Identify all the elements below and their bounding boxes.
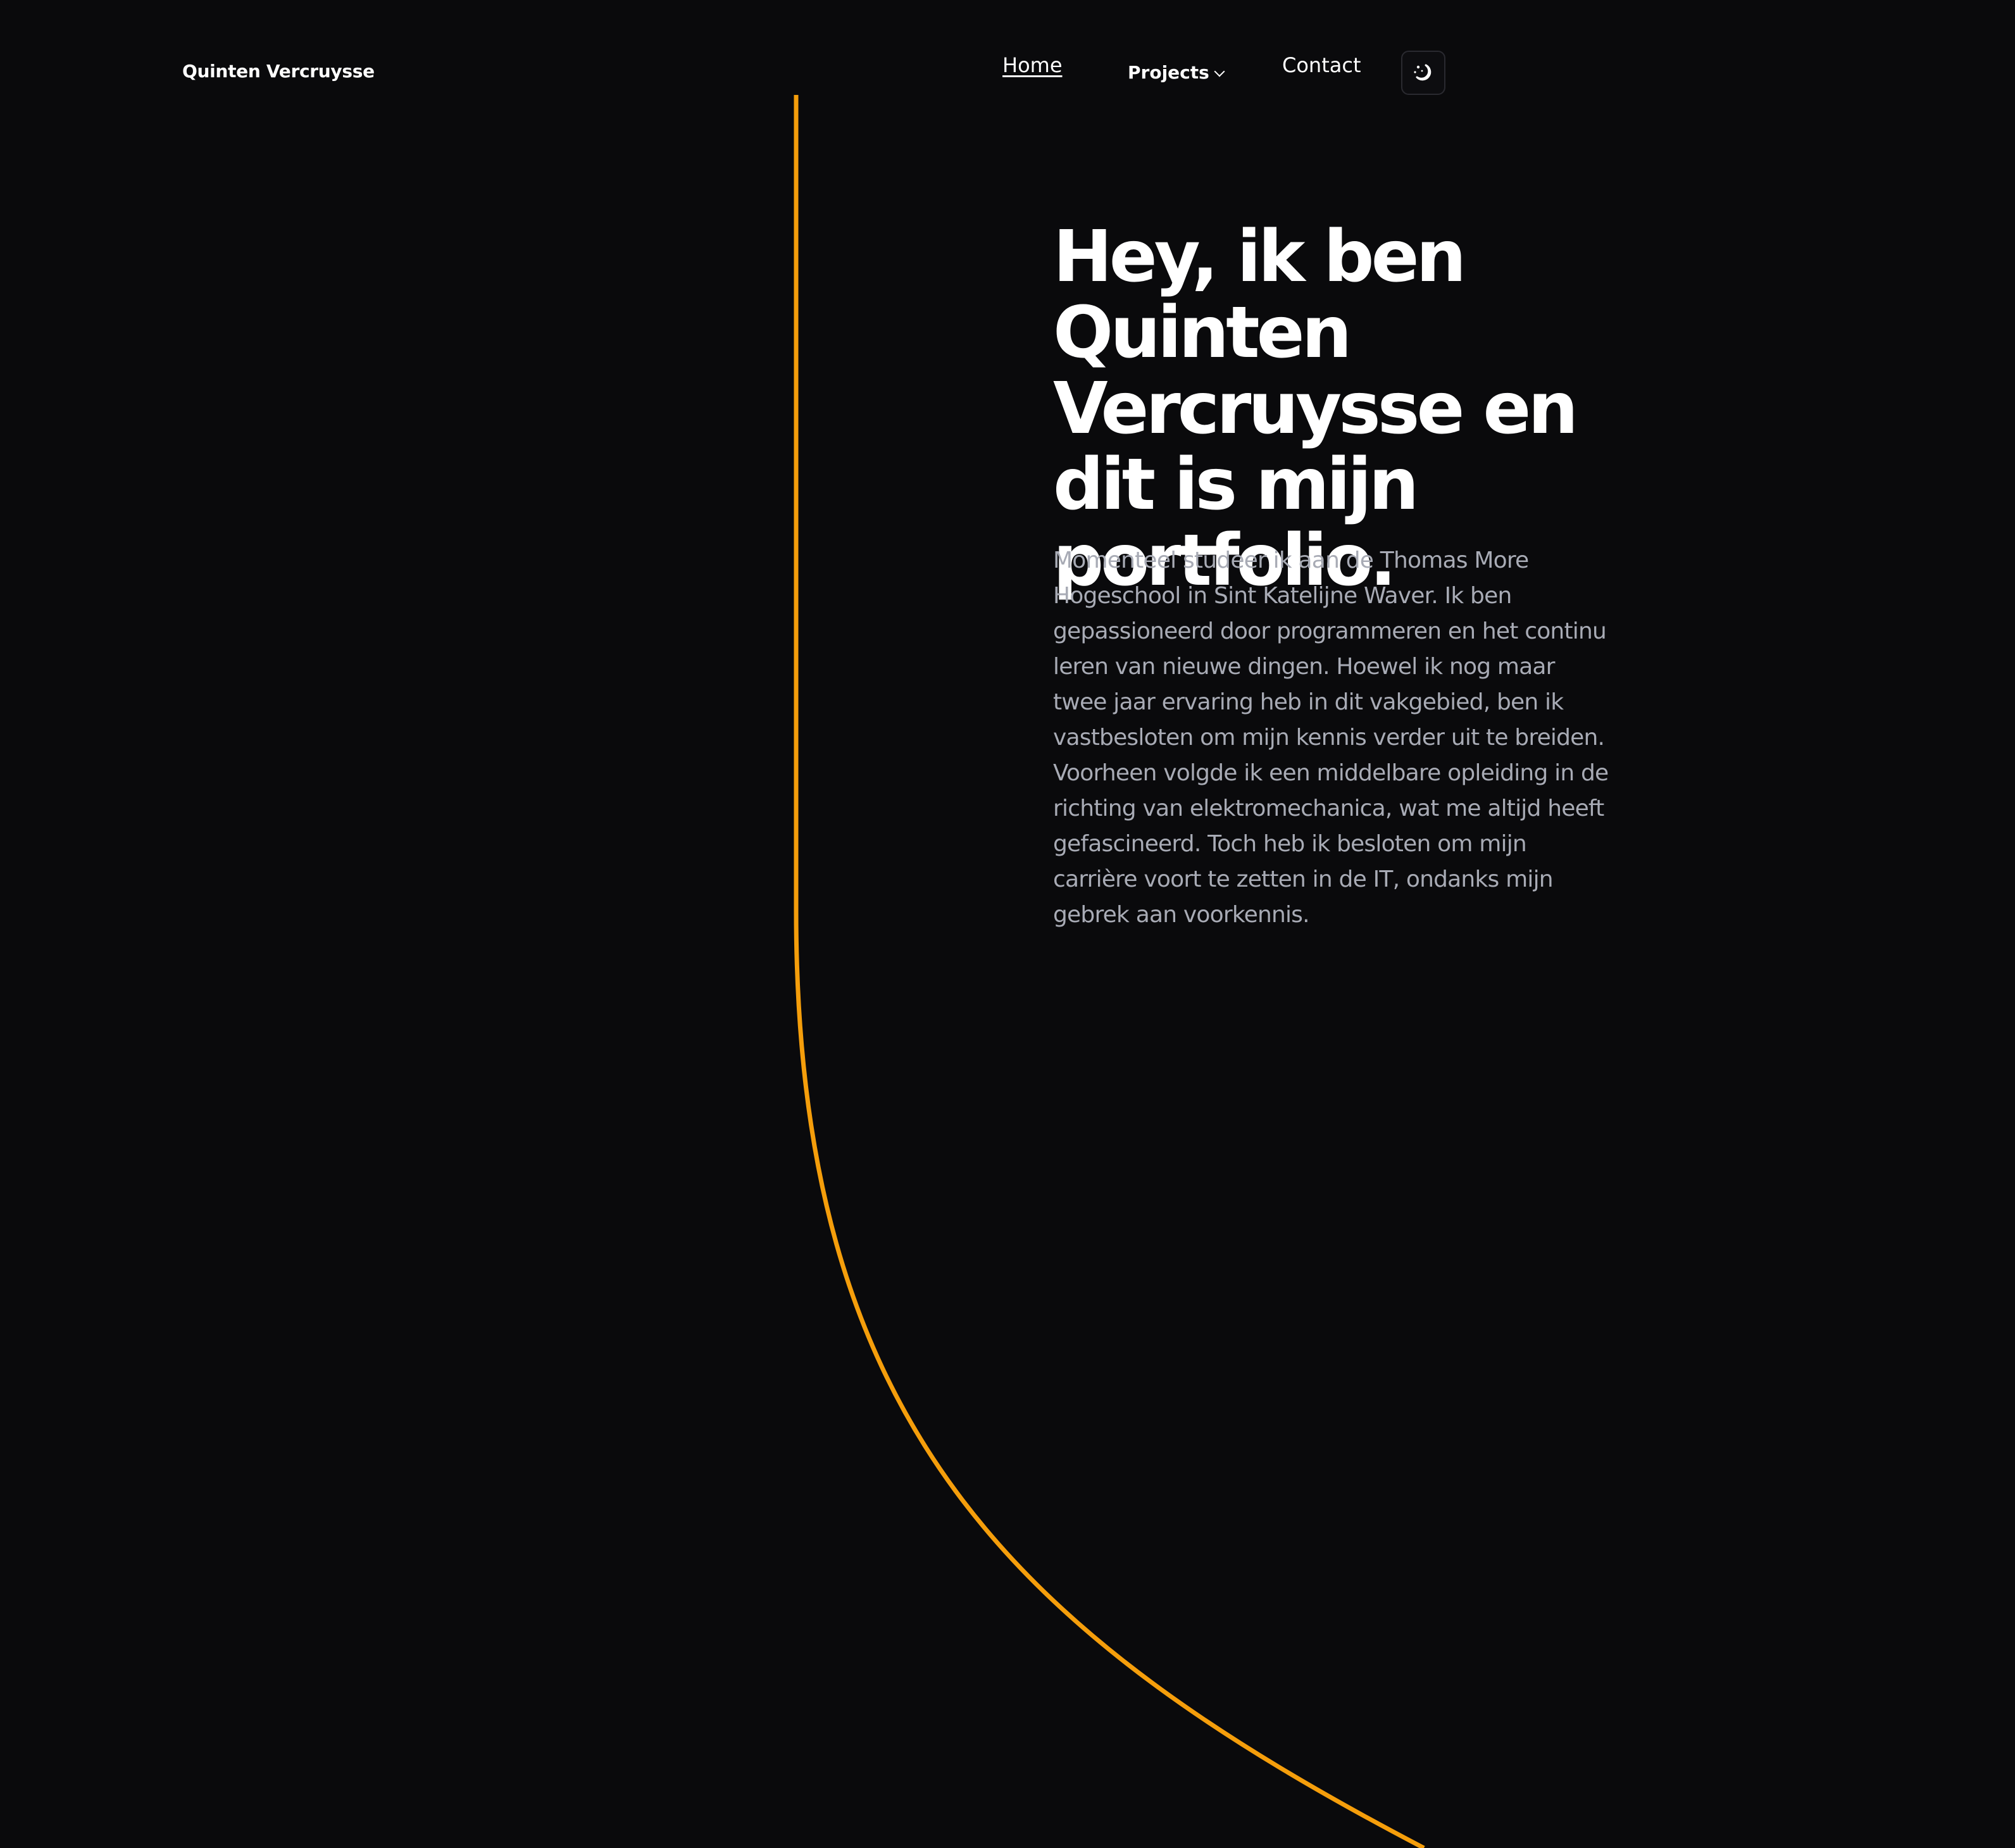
hero-intro-text: Momenteel studeer ik aan de Thomas More … xyxy=(1053,547,1609,928)
theme-toggle-button[interactable] xyxy=(1401,51,1445,95)
chevron-down-icon xyxy=(1214,66,1225,77)
nav-projects-dropdown[interactable]: Projects xyxy=(1128,62,1225,83)
nav-home-link[interactable]: Home xyxy=(1002,53,1063,77)
hero-title: Hey, ik ben Quinten Vercruysse en dit is… xyxy=(1053,216,1578,602)
decorative-accent-curve xyxy=(794,95,1425,1848)
moon-stars-icon xyxy=(1414,64,1432,81)
nav-contact-link[interactable]: Contact xyxy=(1282,53,1361,77)
nav-projects-label: Projects xyxy=(1128,62,1209,83)
brand-name[interactable]: Quinten Vercruysse xyxy=(182,61,375,82)
